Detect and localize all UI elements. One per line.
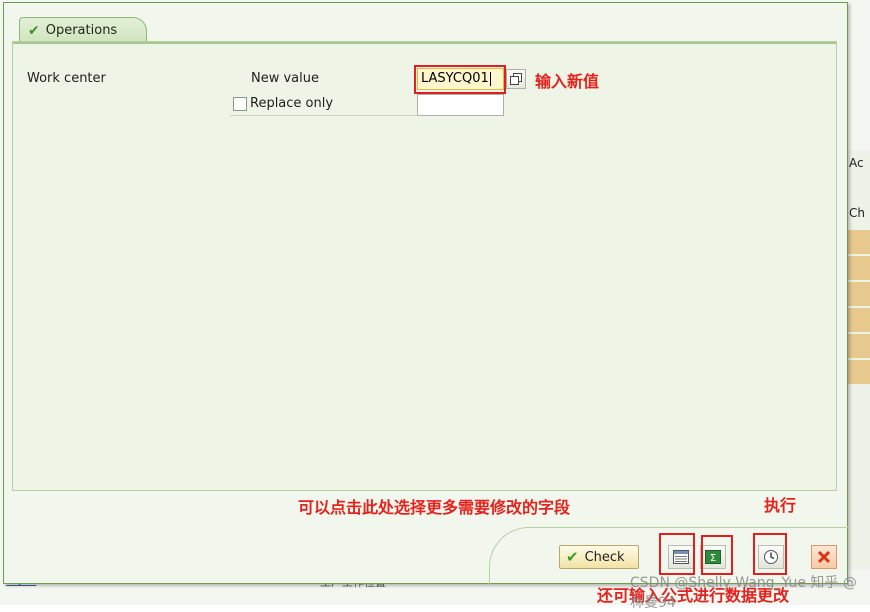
tab-operations[interactable]: ✔ Operations <box>19 17 147 43</box>
annotation-execute: 执行 <box>764 496 797 515</box>
annotation-select-more-fields: 可以点击此处选择更多需要修改的字段 <box>298 498 571 517</box>
background-cell <box>846 282 870 306</box>
highlight-box-new-value <box>414 65 506 94</box>
watermark: CSDN @Shelly Wang_Yue 知乎 @林曼94 <box>630 575 857 611</box>
field-label-work-center: Work center <box>27 71 106 86</box>
check-button-label: Check <box>584 549 625 565</box>
tab-label: Operations <box>45 23 118 38</box>
panel-divider <box>13 42 836 44</box>
cancel-icon <box>817 550 831 564</box>
background-cell <box>846 230 870 254</box>
check-icon: ✔ <box>566 548 579 566</box>
background-header-a: Ac <box>849 156 864 170</box>
background-side-column: Ac Ch <box>845 150 870 570</box>
new-value-label: New value <box>251 71 319 86</box>
multiple-selection-icon <box>510 73 522 85</box>
replace-value-input[interactable] <box>417 94 504 116</box>
value-help-button[interactable] <box>506 69 526 89</box>
mass-change-dialog: ✔ Operations Work center New value LASYC… <box>3 2 848 584</box>
check-button[interactable]: ✔ Check <box>559 545 639 569</box>
cancel-button[interactable] <box>811 545 837 569</box>
background-cell <box>846 334 870 358</box>
row-underline <box>230 115 418 116</box>
background-cell <box>846 256 870 280</box>
background-cell <box>846 360 870 384</box>
checkmark-icon: ✔ <box>28 22 40 39</box>
replace-only-checkbox[interactable] <box>233 97 247 111</box>
highlight-box-field-list <box>659 533 695 575</box>
highlight-box-execute <box>753 533 787 575</box>
background-cell <box>846 308 870 332</box>
highlight-box-formula <box>701 535 733 575</box>
background-header-b: Ch <box>849 206 865 220</box>
annotation-input-new-value: 输入新值 <box>535 72 600 91</box>
replace-only-label: Replace only <box>250 96 334 111</box>
operations-panel: Work center New value LASYCQ01 Replace o… <box>12 41 837 491</box>
